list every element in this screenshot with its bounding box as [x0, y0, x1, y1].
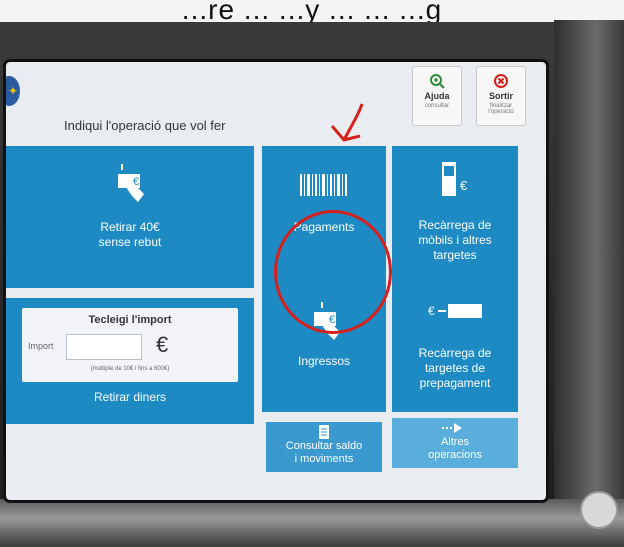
- search-icon: [430, 74, 445, 89]
- svg-text:€: €: [428, 304, 435, 318]
- help-sublabel: consultar: [424, 103, 450, 109]
- annotation-circle: [274, 210, 392, 334]
- exit-label: Sortir: [488, 91, 513, 101]
- annotation-arrow: [330, 103, 364, 142]
- deposits-label: Ingressos: [297, 354, 351, 368]
- recharge-prepaid-label: Recàrrega de targetes de prepagament: [418, 346, 492, 390]
- help-label: Ajuda: [424, 91, 450, 101]
- exit-sublabel: finalitzar l'operació: [488, 103, 514, 115]
- atm-bezel-bottom: [0, 499, 624, 547]
- atm-bezel-right: [554, 20, 624, 547]
- arrow-right-icon: [442, 423, 462, 433]
- balance-label: Consultar saldo i moviments: [285, 440, 363, 465]
- withdraw-40-label: Retirar 40€ sense rebut: [98, 220, 162, 249]
- recharge-mobile-button[interactable]: € Recàrrega de mòbils i altres targetes: [392, 146, 518, 288]
- svg-text:€: €: [460, 178, 468, 193]
- amount-field-label: Import: [28, 341, 54, 351]
- enter-amount-panel[interactable]: Tecleigi l'import Import € (múltiple de …: [6, 298, 254, 424]
- withdraw-40-button[interactable]: € Retirar 40€ sense rebut: [6, 146, 254, 288]
- other-operations-label: Altres operacions: [428, 436, 482, 461]
- card-icon: €: [428, 304, 482, 318]
- card-money-icon: €: [118, 164, 144, 202]
- amount-input[interactable]: [66, 334, 142, 360]
- recharge-prepaid-button[interactable]: € Recàrrega de targetes de prepagament: [392, 288, 518, 412]
- amount-hint: (múltiple de 10€ i fins a 600€): [90, 366, 170, 372]
- balance-button[interactable]: Consultar saldo i moviments: [266, 422, 382, 472]
- recharge-mobile-label: Recàrrega de mòbils i altres targetes: [418, 218, 492, 262]
- amount-title: Tecleigi l'import: [88, 314, 172, 326]
- withdraw-money-label: Retirar diners: [93, 390, 167, 404]
- atm-screen: ✦ Indiqui l'operació que vol fer Ajuda c…: [6, 62, 546, 500]
- barcode-icon: [300, 174, 347, 196]
- bank-logo: ✦: [6, 76, 20, 106]
- exit-button[interactable]: Sortir finalitzar l'operació: [476, 66, 526, 126]
- amount-entry-box: Tecleigi l'import Import € (múltiple de …: [22, 308, 238, 382]
- help-button[interactable]: Ajuda consultar: [412, 66, 462, 126]
- instruction-text: Indiqui l'operació que vol fer: [64, 118, 226, 133]
- atm-knob: [580, 491, 618, 529]
- currency-symbol: €: [156, 332, 169, 357]
- document-icon: [319, 425, 329, 439]
- mobile-phone-icon: €: [442, 162, 468, 196]
- other-operations-button[interactable]: Altres operacions: [392, 418, 518, 468]
- close-icon: [494, 74, 508, 88]
